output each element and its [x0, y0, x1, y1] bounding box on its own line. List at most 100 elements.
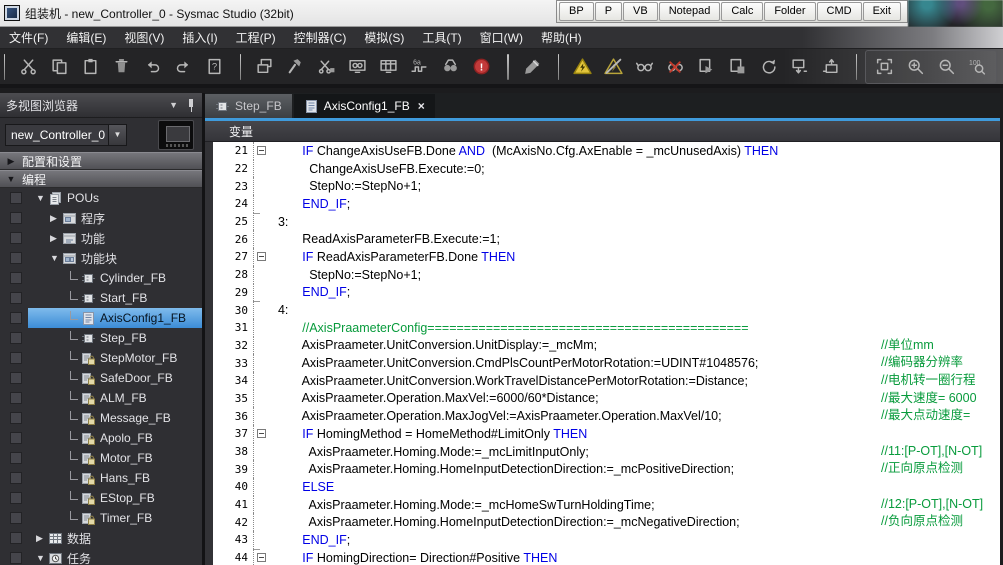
tree-item-SafeDoor_FB[interactable]: SafeDoor_FB	[0, 368, 202, 388]
code-line-34[interactable]: 34 AxisPraameter.UnitConversion.WorkTrav…	[213, 372, 1000, 390]
expand-icon[interactable]: ▶	[36, 533, 48, 544]
toolbar-error-list-button[interactable]: !	[466, 52, 497, 82]
controller-select[interactable]: new_Controller_0 ▼	[5, 124, 127, 146]
collapse-icon[interactable]: ▼	[0, 174, 22, 184]
toolbar-window-layout-button[interactable]	[249, 52, 280, 82]
close-icon[interactable]: ×	[418, 99, 425, 113]
pin-icon[interactable]	[186, 98, 196, 112]
toolbar-copy-button[interactable]	[44, 52, 75, 82]
menu-item-4[interactable]: 工程(P)	[227, 27, 285, 49]
toolbar-data-trace-button[interactable]: 6a	[404, 52, 435, 82]
tree-item-功能[interactable]: ▶功能	[0, 228, 202, 248]
toolbar-delete-button[interactable]	[106, 52, 137, 82]
fold-collapse-icon[interactable]	[257, 252, 266, 261]
menu-item-7[interactable]: 工具(T)	[413, 27, 470, 49]
code-line-41[interactable]: 41 AxisPraameter.Homing.Mode:=_mcHomeSwT…	[213, 496, 1000, 514]
launcher-button-bp[interactable]: BP	[559, 2, 594, 21]
toolbar-undo-button[interactable]	[137, 52, 168, 82]
toolbar-go-offline-button[interactable]	[598, 52, 629, 82]
toolbar-abort-build-button[interactable]	[311, 52, 342, 82]
toolbar-zoom-out-button[interactable]	[931, 52, 962, 82]
toolbar-monitor-stop-button[interactable]	[660, 52, 691, 82]
tree-item-功能块[interactable]: ▼功能块	[0, 248, 202, 268]
fold-collapse-icon[interactable]	[257, 553, 266, 562]
menu-item-3[interactable]: 插入(I)	[173, 27, 226, 49]
launcher-button-calc[interactable]: Calc	[721, 2, 763, 21]
code-line-42[interactable]: 42 AxisPraameter.Homing.HomeInputDetecti…	[213, 513, 1000, 531]
tree-item-StepMotor_FB[interactable]: StepMotor_FB	[0, 348, 202, 368]
tree-item-Cylinder_FB[interactable]: Cylinder_FB	[0, 268, 202, 288]
tab-AxisConfig1_FB[interactable]: AxisConfig1_FB×	[294, 94, 435, 118]
code-line-35[interactable]: 35 AxisPraameter.Operation.MaxVel:=6000/…	[213, 390, 1000, 408]
code-line-26[interactable]: 26 ReadAxisParameterFB.Execute:=1;	[213, 230, 1000, 248]
tree-item-POUs[interactable]: ▼POUs	[0, 188, 202, 208]
tab-Step_FB[interactable]: Step_FB	[205, 94, 292, 118]
toolbar-redo-button[interactable]	[168, 52, 199, 82]
code-line-43[interactable]: 43 END_IF;	[213, 531, 1000, 549]
launcher-button-exit[interactable]: Exit	[863, 2, 901, 21]
toolbar-build-button[interactable]	[280, 52, 311, 82]
tree-item-程序[interactable]: ▶程序	[0, 208, 202, 228]
launcher-button-p[interactable]: P	[595, 2, 622, 21]
fold-collapse-icon[interactable]	[257, 146, 266, 155]
code-line-28[interactable]: 28 StepNo:=StepNo+1;	[213, 266, 1000, 284]
code-line-22[interactable]: 22 ChangeAxisUseFB.Execute:=0;	[213, 160, 1000, 178]
menu-item-1[interactable]: 编辑(E)	[57, 27, 115, 49]
toolbar-zoom-fit-button[interactable]	[869, 52, 900, 82]
tree-item-Message_FB[interactable]: Message_FB	[0, 408, 202, 428]
tree-item-ALM_FB[interactable]: ALM_FB	[0, 388, 202, 408]
tree-item-任务[interactable]: ▼任务	[0, 548, 202, 565]
toolbar-help-button[interactable]: ?	[199, 52, 230, 82]
toolbar-search-button[interactable]	[435, 52, 466, 82]
toolbar-cut-button[interactable]	[13, 52, 44, 82]
code-line-44[interactable]: 44 IF HomingDirection= Direction#Positiv…	[213, 549, 1000, 565]
code-line-38[interactable]: 38 AxisPraameter.Homing.Mode:=_mcLimitIn…	[213, 443, 1000, 461]
toolbar-paste-button[interactable]	[75, 52, 106, 82]
tree-item-Motor_FB[interactable]: Motor_FB	[0, 448, 202, 468]
code-line-32[interactable]: 32 AxisPraameter.UnitConversion.UnitDisp…	[213, 337, 1000, 355]
expand-icon[interactable]: ▶	[50, 213, 62, 224]
code-line-39[interactable]: 39 AxisPraameter.Homing.HomeInputDetecti…	[213, 460, 1000, 478]
menu-item-8[interactable]: 窗口(W)	[471, 27, 532, 49]
tree-section-配置和设置[interactable]: ▶配置和设置	[0, 152, 202, 170]
code-line-29[interactable]: 29 END_IF;	[213, 284, 1000, 302]
code-line-27[interactable]: 27 IF ReadAxisParameterFB.Done THEN	[213, 248, 1000, 266]
toolbar-go-online-button[interactable]	[567, 52, 598, 82]
launcher-button-vb[interactable]: VB	[623, 2, 658, 21]
tree-item-Timer_FB[interactable]: Timer_FB	[0, 508, 202, 528]
code-line-25[interactable]: 25 3:	[213, 213, 1000, 231]
launcher-button-folder[interactable]: Folder	[764, 2, 815, 21]
toolbar-watch-table-button[interactable]	[373, 52, 404, 82]
collapse-icon[interactable]: ▼	[50, 253, 62, 263]
tree-item-EStop_FB[interactable]: EStop_FB	[0, 488, 202, 508]
collapse-icon[interactable]: ▼	[36, 553, 48, 563]
code-line-23[interactable]: 23 StepNo:=StepNo+1;	[213, 177, 1000, 195]
toolbar-monitor-mode-button[interactable]	[629, 52, 660, 82]
collapse-icon[interactable]: ▼	[36, 193, 48, 203]
menu-item-6[interactable]: 模拟(S)	[355, 27, 413, 49]
toolbar-program-stop-button[interactable]	[722, 52, 753, 82]
expand-icon[interactable]: ▶	[50, 233, 62, 244]
code-line-24[interactable]: 24 END_IF;	[213, 195, 1000, 213]
toolbar-transfer-to-controller-button[interactable]	[784, 52, 815, 82]
launcher-button-cmd[interactable]: CMD	[817, 2, 862, 21]
menu-item-0[interactable]: 文件(F)	[0, 27, 57, 49]
code-line-31[interactable]: 31 //AxisPraameterConfig================…	[213, 319, 1000, 337]
code-line-21[interactable]: 21 IF ChangeAxisUseFB.Done AND (McAxisNo…	[213, 142, 1000, 160]
code-line-36[interactable]: 36 AxisPraameter.Operation.MaxJogVel:=Ax…	[213, 407, 1000, 425]
toolbar-transfer-from-controller-button[interactable]	[815, 52, 846, 82]
toolbar-zoom-100-button[interactable]: 100	[962, 52, 993, 82]
code-line-37[interactable]: 37 IF HomingMethod = HomeMethod#LimitOnl…	[213, 425, 1000, 443]
toolbar-synchronize-button[interactable]	[753, 52, 784, 82]
toolbar-monitor-window-button[interactable]	[342, 52, 373, 82]
toolbar-zoom-in-button[interactable]	[900, 52, 931, 82]
tree-item-Apolo_FB[interactable]: Apolo_FB	[0, 428, 202, 448]
tree-item-Start_FB[interactable]: Start_FB	[0, 288, 202, 308]
expand-icon[interactable]: ▶	[0, 156, 22, 167]
chevron-down-icon[interactable]: ▼	[108, 125, 126, 145]
tree-item-Hans_FB[interactable]: Hans_FB	[0, 468, 202, 488]
st-code-editor[interactable]: 21 IF ChangeAxisUseFB.Done AND (McAxisNo…	[205, 142, 1000, 565]
code-line-30[interactable]: 30 4:	[213, 301, 1000, 319]
variables-bar[interactable]: 变量	[205, 121, 1000, 142]
launcher-button-notepad[interactable]: Notepad	[659, 2, 721, 21]
